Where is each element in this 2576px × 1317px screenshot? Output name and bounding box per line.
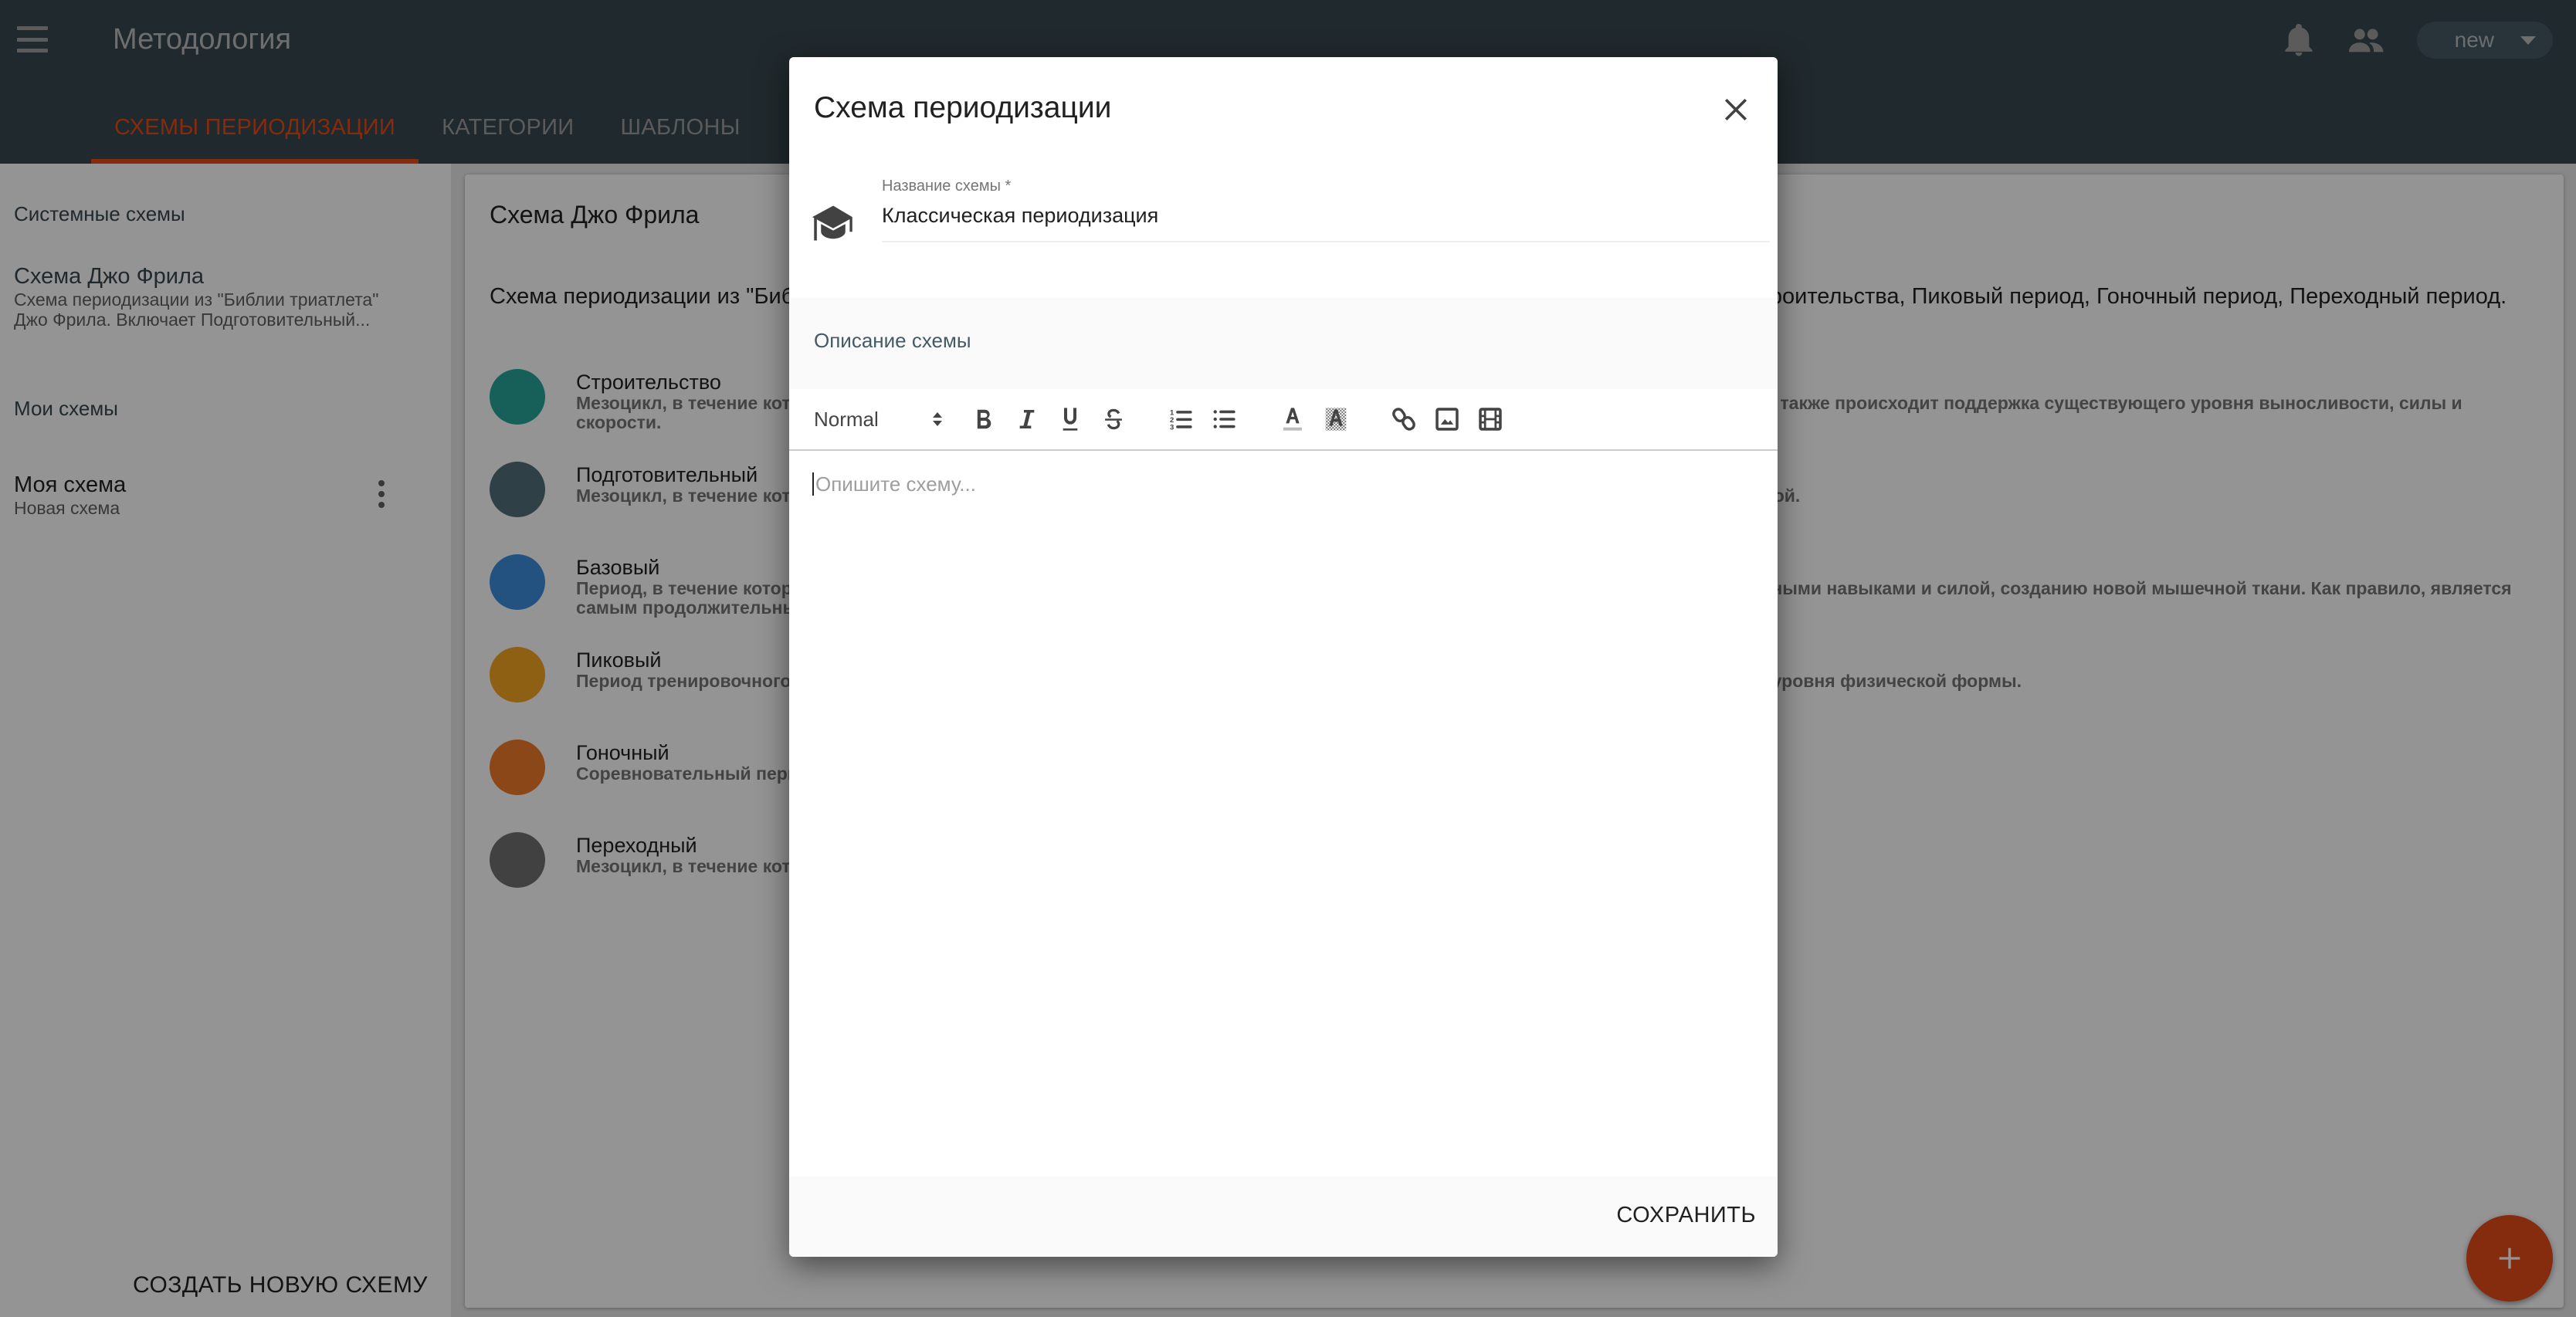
dialog-title: Схема периодизации [814, 91, 1112, 124]
text-color-button[interactable] [1271, 398, 1314, 441]
italic-button[interactable] [1005, 398, 1049, 441]
save-button[interactable]: СОХРАНИТЬ [1616, 1203, 1756, 1228]
underline-button[interactable] [1049, 398, 1092, 441]
bold-icon [977, 409, 991, 429]
ordered-list-icon: 123 [1170, 409, 1192, 431]
background-color-icon [1325, 408, 1347, 431]
svg-text:3: 3 [1170, 424, 1174, 431]
scheme-dialog: Схема периодизации Название схемы * Опис… [789, 57, 1778, 1257]
video-icon [1479, 408, 1502, 431]
graduation-cap-icon [812, 204, 854, 246]
video-button[interactable] [1469, 398, 1512, 441]
bullet-list-button[interactable] [1203, 398, 1246, 441]
background-color-button[interactable] [1314, 398, 1357, 441]
format-select[interactable]: Normal [814, 408, 950, 432]
scheme-name-input[interactable] [882, 204, 1770, 228]
description-label: Описание схемы [814, 329, 971, 352]
close-icon [1724, 98, 1747, 121]
editor-placeholder: Опишите схему... [812, 472, 976, 496]
select-arrows-icon [933, 412, 942, 426]
image-button[interactable] [1425, 398, 1469, 441]
italic-icon [1019, 410, 1035, 428]
scheme-name-label: Название схемы * [882, 178, 1012, 195]
close-button[interactable] [1714, 88, 1757, 131]
strikethrough-icon [1105, 408, 1122, 430]
link-icon [1392, 408, 1415, 431]
description-editor[interactable]: Опишите схему... [789, 452, 1778, 1232]
underline-icon [1063, 408, 1078, 431]
editor-toolbar: Normal 123 [789, 389, 1778, 451]
format-select-value: Normal [814, 407, 879, 431]
ordered-list-button[interactable]: 123 [1160, 398, 1203, 441]
scheme-name-field: Название схемы * [882, 178, 1770, 242]
bold-button[interactable] [962, 398, 1005, 441]
image-icon [1435, 408, 1459, 431]
dialog-footer: СОХРАНИТЬ [789, 1176, 1778, 1257]
bullet-list-icon [1213, 410, 1235, 428]
text-color-icon [1283, 408, 1302, 431]
description-section: Описание схемы [789, 298, 1778, 389]
strikethrough-button[interactable] [1092, 398, 1135, 441]
link-button[interactable] [1382, 398, 1425, 441]
